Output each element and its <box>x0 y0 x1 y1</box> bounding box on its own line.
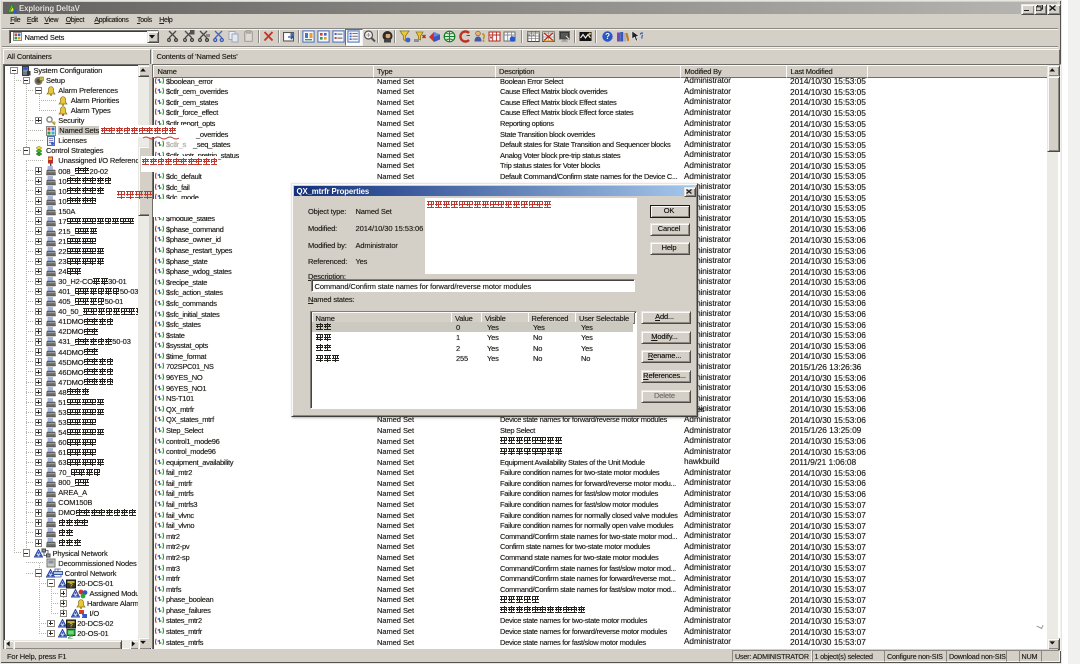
svg-text:?: ? <box>69 583 73 588</box>
svg-text:?: ? <box>605 32 610 41</box>
svg-text:?: ? <box>640 31 644 41</box>
